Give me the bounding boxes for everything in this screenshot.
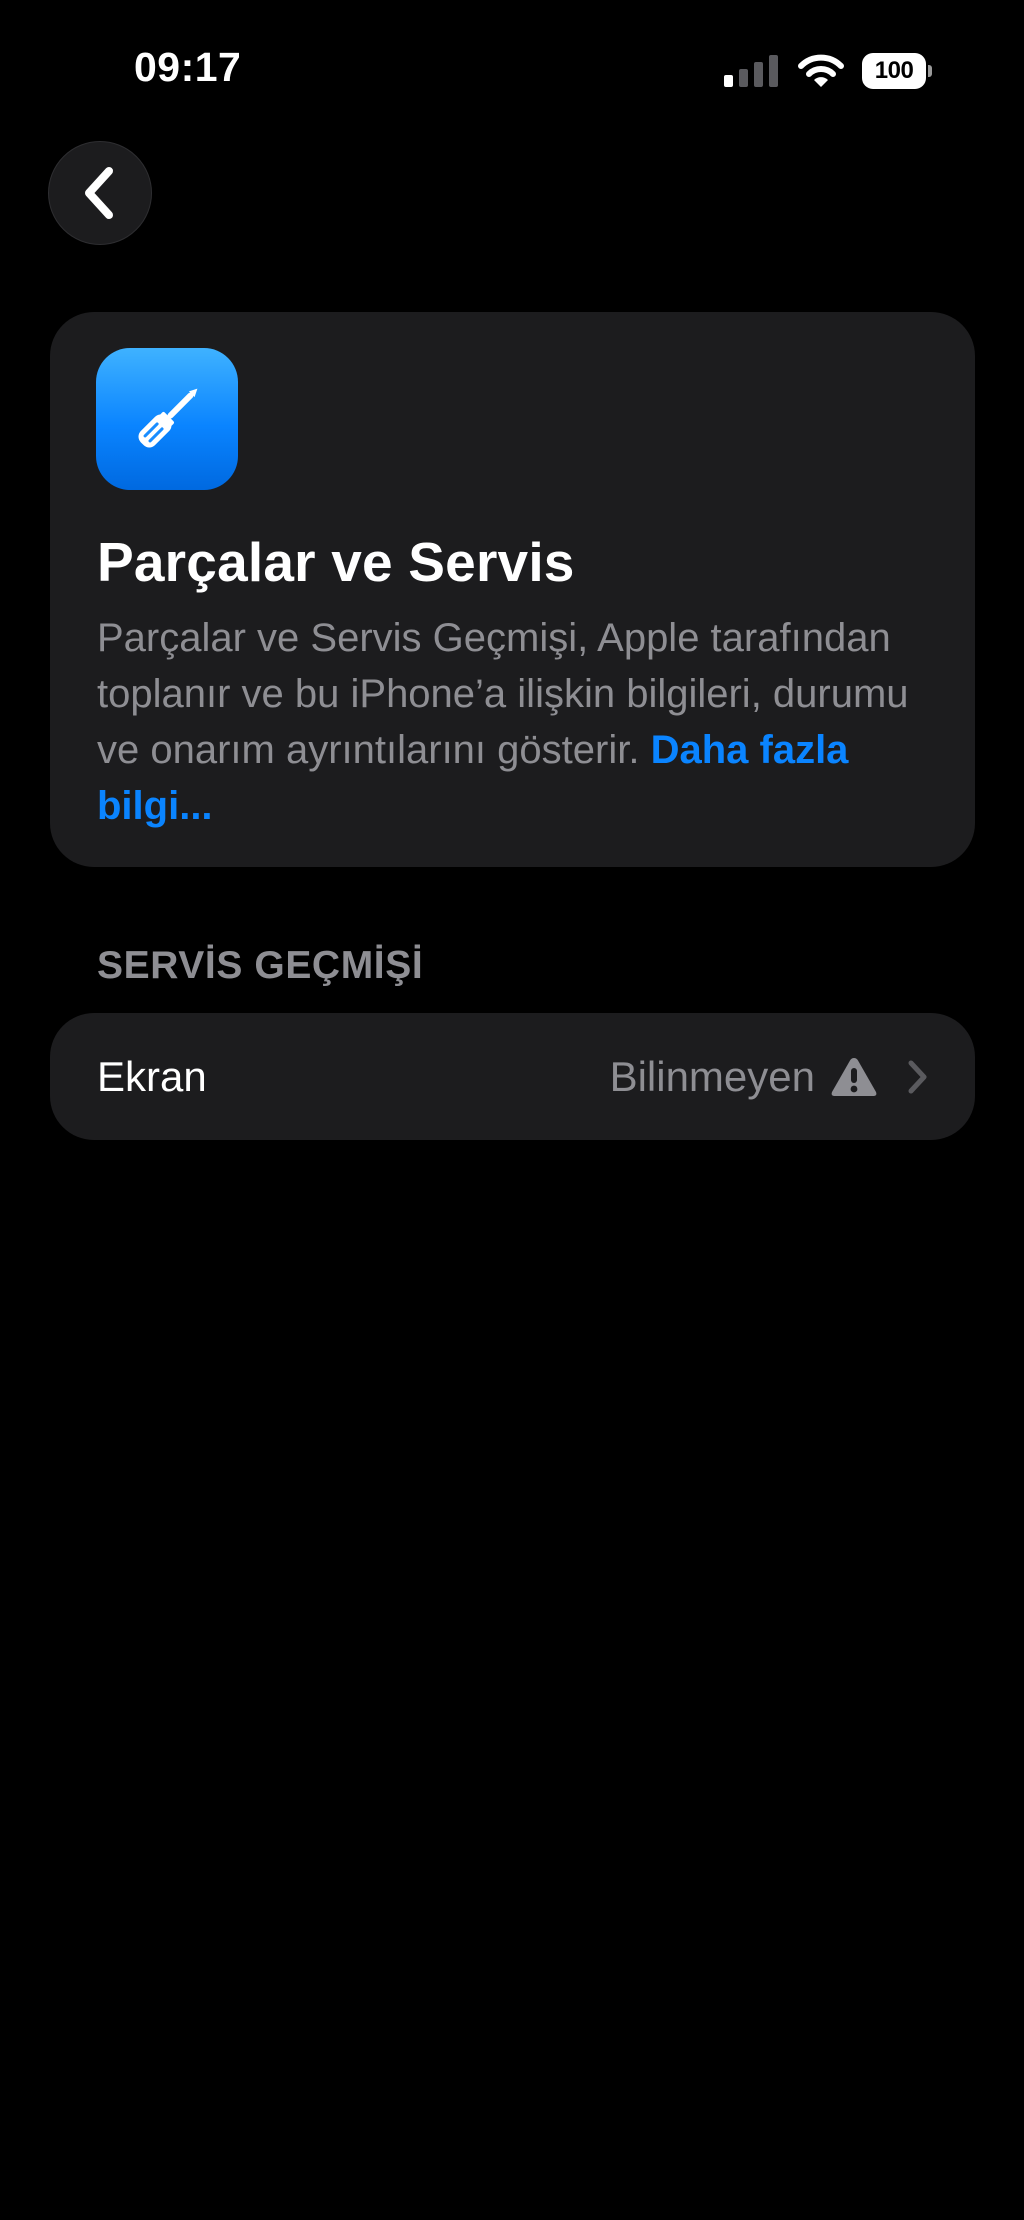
warning-icon [831, 1057, 877, 1096]
status-indicators: 100 [724, 50, 932, 92]
card-title: Parçalar ve Servis [97, 531, 575, 593]
service-history-header: SERVİS GEÇMİŞİ [97, 944, 424, 987]
status-time: 09:17 [134, 44, 242, 90]
service-row-ekran[interactable]: Ekran Bilinmeyen [50, 1013, 975, 1140]
battery-icon: 100 [862, 53, 932, 89]
wifi-icon [798, 54, 844, 87]
chevron-right-icon [908, 1060, 927, 1093]
app-icon [96, 348, 238, 490]
chevron-left-icon [85, 167, 113, 219]
parts-service-info-card: Parçalar ve Servis Parçalar ve Servis Ge… [50, 312, 975, 867]
card-description: Parçalar ve Servis Geçmişi, Apple tarafı… [97, 610, 937, 834]
row-value: Bilinmeyen [609, 1052, 815, 1100]
screwdriver-icon [138, 388, 198, 448]
row-label: Ekran [97, 1052, 207, 1100]
battery-level: 100 [874, 57, 914, 84]
signal-icon [724, 55, 778, 87]
back-button[interactable] [48, 141, 152, 245]
status-bar: 09:17 100 [0, 0, 1024, 140]
